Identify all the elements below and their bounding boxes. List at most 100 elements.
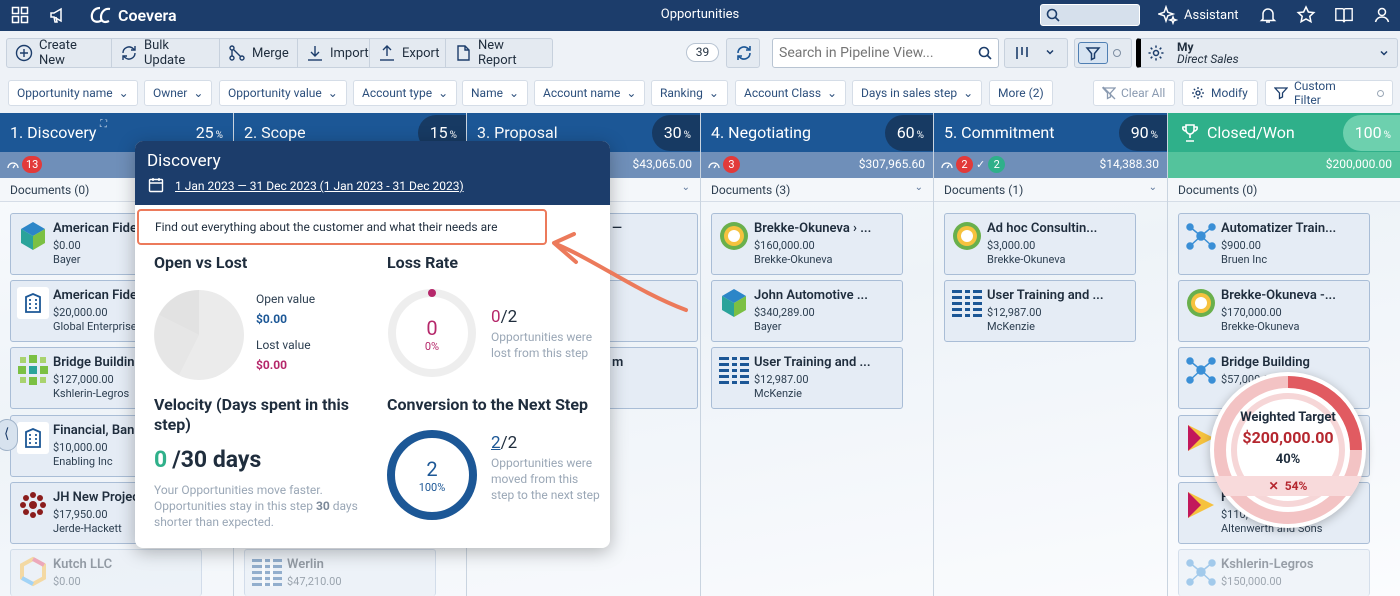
star-icon[interactable] xyxy=(1296,5,1316,25)
weighted-target-pct: 40% xyxy=(1275,452,1301,467)
weighted-target-amount: $200,000.00 xyxy=(1242,428,1334,447)
filter-account-name[interactable]: Account name ⌄ xyxy=(534,80,646,106)
opportunity-card[interactable]: Automatizer Train... $900.00 Bruen Inc xyxy=(1178,213,1370,275)
documents-label: Documents (0) xyxy=(1178,183,1258,197)
lost-value-label: Lost value xyxy=(256,338,311,352)
overdue-badge[interactable]: 3 xyxy=(723,156,740,173)
chevron-down-icon: ⌄ xyxy=(508,86,520,100)
filter-owner[interactable]: Owner ⌄ xyxy=(144,80,213,106)
sun-logo-icon xyxy=(950,219,984,253)
trophy-icon xyxy=(1180,123,1200,143)
modify-label: Modify xyxy=(1211,86,1248,100)
card-account: Bruen Inc xyxy=(1221,253,1268,266)
export-icon xyxy=(378,44,396,62)
chevron-down-icon: ⌄ xyxy=(681,182,690,193)
filter-account-type[interactable]: Account type ⌄ xyxy=(353,80,458,106)
stage-column-commitment: 5. Commitment 90% 2 ✓ 2 $14,388.30 Docum… xyxy=(934,113,1168,596)
book-icon[interactable] xyxy=(1334,5,1354,25)
opportunity-card[interactable]: Brekke-Okuneva › ... $160,000.00 Brekke-… xyxy=(711,213,903,275)
card-amount: $3,000.00 xyxy=(987,239,1036,252)
import-button[interactable]: Import xyxy=(298,39,370,67)
bulk-update-label: Bulk Update xyxy=(144,38,186,68)
filter-account-class[interactable]: Account Class ⌄ xyxy=(735,80,847,106)
bulk-update-button[interactable]: Bulk Update xyxy=(112,38,220,68)
lines-logo-icon xyxy=(717,353,751,387)
opportunity-card[interactable]: User Training and ... $12,987.00 McKenzi… xyxy=(944,280,1136,342)
card-account: Kshlerin-Legros xyxy=(53,387,130,400)
clear-all-button[interactable]: Clear All xyxy=(1093,80,1175,106)
card-account: Bayer xyxy=(53,253,81,266)
stage-header[interactable]: Closed/Won 100% xyxy=(1168,113,1400,152)
modify-button[interactable]: Modify xyxy=(1182,80,1258,106)
drag-handle-icon[interactable]: ⛶ xyxy=(100,119,107,130)
card-amount: $150,000.00 xyxy=(1221,575,1282,588)
network-logo-icon xyxy=(1184,219,1218,253)
chevron-down-icon: ⌄ xyxy=(914,182,923,193)
date-range-link[interactable]: 1 Jan 2023 — 31 Dec 2023 (1 Jan 2023 - 3… xyxy=(175,179,464,193)
export-button[interactable]: Export xyxy=(370,39,446,67)
custom-filter-button[interactable]: Custom Filter xyxy=(1265,79,1393,107)
opportunity-card[interactable]: John Automotive ... $340,289.00 Bayer xyxy=(711,280,903,342)
loss-rate-note: Opportunities were lost from this step xyxy=(491,330,593,360)
chevron-down-icon: ⌄ xyxy=(1148,182,1157,193)
cube-logo-icon xyxy=(16,219,50,253)
filter-name[interactable]: Name ⌄ xyxy=(462,80,529,106)
brand-logo[interactable]: Coevera xyxy=(88,4,177,26)
view-switcher-button[interactable] xyxy=(1004,38,1068,68)
opportunity-card[interactable]: User Training and ... $12,987.00 McKenzi… xyxy=(711,347,903,409)
filter-opportunity-value[interactable]: Opportunity value ⌄ xyxy=(219,80,347,106)
filter-label: Account name xyxy=(543,86,621,100)
funnel-icon xyxy=(1274,86,1288,100)
pipeline-search-input[interactable] xyxy=(772,38,999,68)
opportunity-card[interactable]: Kutch LLC $0.00 xyxy=(10,549,202,596)
check-icon: ✓ xyxy=(976,158,986,171)
opportunity-card[interactable]: Kshlerin-Legros $150,000.00 xyxy=(1178,549,1370,596)
opportunity-card[interactable]: Brekke-Okuneva -... $170,000.00 Brekke-O… xyxy=(1178,280,1370,342)
apps-grid-icon[interactable] xyxy=(10,5,30,25)
filter-label: Days in sales step xyxy=(861,86,958,100)
filter-toggle-button[interactable] xyxy=(1074,38,1132,68)
card-account: Global Enterprise xyxy=(53,320,137,333)
opportunity-card[interactable]: Ad hoc Consultin... $3,000.00 Brekke-Oku… xyxy=(944,213,1136,275)
stage-details-popover: Discovery 1 Jan 2023 — 31 Dec 2023 (1 Ja… xyxy=(135,141,610,548)
create-new-label: Create New xyxy=(39,38,77,68)
new-report-button[interactable]: New Report xyxy=(446,38,552,68)
filter-indicator-icon xyxy=(1113,49,1121,57)
filter-ranking[interactable]: Ranking ⌄ xyxy=(651,80,728,106)
overdue-badge[interactable]: 2 xyxy=(956,156,973,173)
opportunity-card[interactable]: Werlin $47,210.00 xyxy=(244,549,436,596)
refresh-button[interactable] xyxy=(726,38,760,68)
search-icon[interactable] xyxy=(976,44,994,62)
won-badge[interactable]: 2 xyxy=(988,156,1006,173)
documents-toggle[interactable]: Documents (1) ⌄ xyxy=(934,178,1167,202)
weighted-target-widget[interactable]: Weighted Target $200,000.00 40% ✕ 54% xyxy=(1210,372,1366,528)
filter-days-in-step[interactable]: Days in sales step ⌄ xyxy=(852,80,983,106)
stage-header[interactable]: 4. Negotiating 60% xyxy=(701,113,933,152)
bell-icon[interactable] xyxy=(1258,5,1278,25)
card-name: John Automotive ... xyxy=(754,288,868,303)
overdue-badge[interactable]: 13 xyxy=(22,156,43,173)
opportunity-card-partial[interactable]: m xyxy=(610,347,698,409)
chevron-down-icon: ⌄ xyxy=(708,86,719,100)
megaphone-icon[interactable] xyxy=(48,5,68,25)
conversion-center-pct: 100% xyxy=(418,481,446,494)
documents-toggle[interactable]: Documents (0) xyxy=(1168,178,1400,202)
stage-header[interactable]: 5. Commitment 90% xyxy=(934,113,1167,152)
filter-more[interactable]: More (2) xyxy=(989,80,1053,106)
create-new-button[interactable]: Create New xyxy=(7,38,112,68)
user-icon[interactable] xyxy=(1372,5,1392,25)
saved-view-selector[interactable]: My Direct Sales xyxy=(1136,38,1398,68)
assistant-button[interactable]: Assistant xyxy=(1158,5,1239,25)
merge-button[interactable]: Merge xyxy=(220,39,298,67)
card-amount: $900.00 xyxy=(1221,239,1261,252)
dots-logo-icon xyxy=(16,488,50,522)
close-icon: ✕ xyxy=(1268,479,1279,493)
collapse-sidebar-handle[interactable]: ⟨ xyxy=(0,419,18,451)
card-name: Brekke-Okuneva › ... xyxy=(754,221,872,236)
documents-toggle[interactable]: Documents (3) ⌄ xyxy=(701,178,933,202)
stage-amount: $200,000.00 xyxy=(1325,157,1392,171)
toggle-indicator-icon xyxy=(1377,89,1384,97)
global-search-input[interactable] xyxy=(1040,4,1140,26)
stage-percent: 60% xyxy=(884,115,933,151)
filter-opportunity-name[interactable]: Opportunity name ⌄ xyxy=(8,80,138,106)
